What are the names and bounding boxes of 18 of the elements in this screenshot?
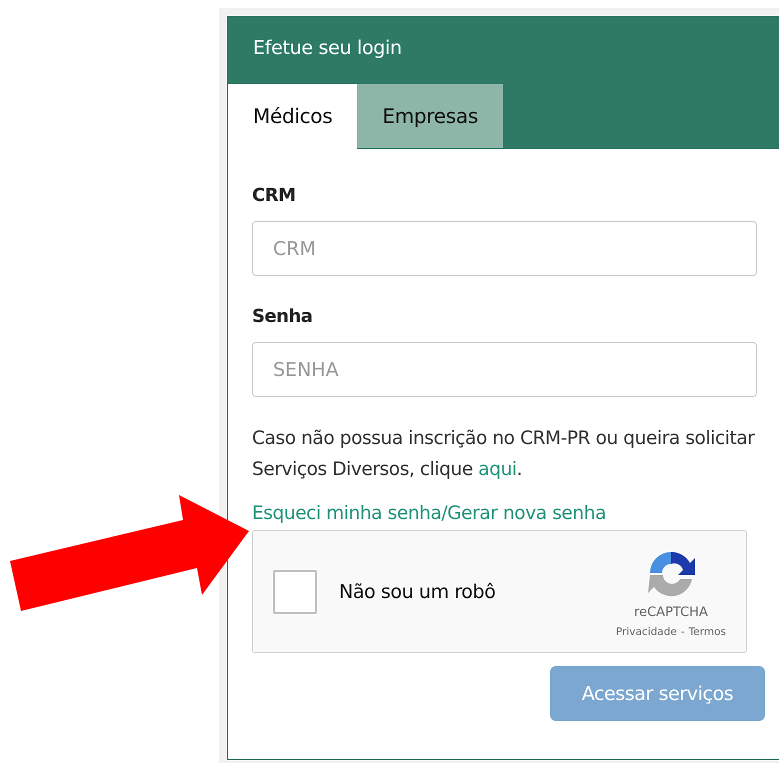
checkbox[interactable]: [273, 570, 317, 614]
field-label: CRM: [252, 185, 296, 208]
arrow-icon: [10, 495, 249, 611]
input-field[interactable]: SENHA: [252, 342, 757, 397]
checkbox-label: Não sou um robô: [339, 580, 496, 602]
forgot-password-link[interactable]: Esqueci minha senha/Gerar nova senha: [252, 503, 606, 524]
tab[interactable]: Empresas: [357, 83, 503, 149]
notice-text: Caso não possua inscrição no CRM-PR ou queira solicitar Serviços Diversos, clique aqui.: [252, 427, 756, 482]
refresh-arrows-icon: [646, 549, 696, 599]
field-label: Senha: [252, 306, 314, 329]
panel-title: Efetue seu login: [252, 36, 403, 61]
link[interactable]: aqui: [478, 459, 517, 480]
tab[interactable]: Médicos: [228, 83, 358, 149]
captcha-brand: reCAPTCHA: [634, 605, 708, 620]
terms-link[interactable]: Termos: [688, 626, 726, 638]
separator-text: -: [680, 626, 685, 638]
privacy-link[interactable]: Privacidade: [616, 626, 677, 638]
input-field[interactable]: CRM: [252, 221, 757, 276]
